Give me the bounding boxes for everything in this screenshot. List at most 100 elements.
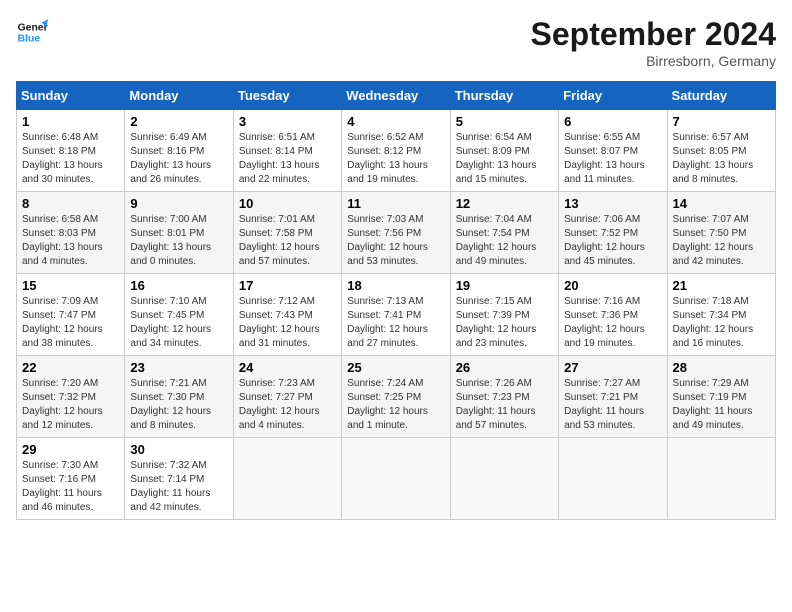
calendar-cell: 6 Sunrise: 6:55 AM Sunset: 8:07 PM Dayli… <box>559 110 667 192</box>
sunrise-text: Sunrise: 7:10 AM <box>130 295 227 309</box>
day-info: Sunrise: 7:18 AM Sunset: 7:34 PM Dayligh… <box>673 295 770 351</box>
calendar-cell: 17 Sunrise: 7:12 AM Sunset: 7:43 PM Dayl… <box>233 274 341 356</box>
calendar-table: Sunday Monday Tuesday Wednesday Thursday… <box>16 81 776 520</box>
sunset-text: Sunset: 7:19 PM <box>673 391 770 405</box>
calendar-cell: 24 Sunrise: 7:23 AM Sunset: 7:27 PM Dayl… <box>233 356 341 438</box>
day-number: 11 <box>347 196 444 211</box>
calendar-cell: 8 Sunrise: 6:58 AM Sunset: 8:03 PM Dayli… <box>17 192 125 274</box>
header-row: Sunday Monday Tuesday Wednesday Thursday… <box>17 82 776 110</box>
sunset-text: Sunset: 7:56 PM <box>347 227 444 241</box>
calendar-cell: 12 Sunrise: 7:04 AM Sunset: 7:54 PM Dayl… <box>450 192 558 274</box>
day-info: Sunrise: 6:52 AM Sunset: 8:12 PM Dayligh… <box>347 131 444 187</box>
day-number: 24 <box>239 360 336 375</box>
daylight-text: Daylight: 12 hours and 23 minutes. <box>456 323 553 351</box>
day-number: 5 <box>456 114 553 129</box>
day-number: 17 <box>239 278 336 293</box>
sunrise-text: Sunrise: 7:12 AM <box>239 295 336 309</box>
col-thursday: Thursday <box>450 82 558 110</box>
daylight-text: Daylight: 11 hours and 49 minutes. <box>673 405 770 433</box>
sunset-text: Sunset: 8:07 PM <box>564 145 661 159</box>
day-number: 16 <box>130 278 227 293</box>
calendar-row-3: 22 Sunrise: 7:20 AM Sunset: 7:32 PM Dayl… <box>17 356 776 438</box>
calendar-cell <box>450 438 558 520</box>
location: Birresborn, Germany <box>531 53 776 69</box>
calendar-cell: 2 Sunrise: 6:49 AM Sunset: 8:16 PM Dayli… <box>125 110 233 192</box>
calendar-cell: 4 Sunrise: 6:52 AM Sunset: 8:12 PM Dayli… <box>342 110 450 192</box>
calendar-cell: 26 Sunrise: 7:26 AM Sunset: 7:23 PM Dayl… <box>450 356 558 438</box>
day-info: Sunrise: 7:24 AM Sunset: 7:25 PM Dayligh… <box>347 377 444 433</box>
day-number: 18 <box>347 278 444 293</box>
day-info: Sunrise: 7:23 AM Sunset: 7:27 PM Dayligh… <box>239 377 336 433</box>
day-info: Sunrise: 7:09 AM Sunset: 7:47 PM Dayligh… <box>22 295 119 351</box>
header: General Blue September 2024 Birresborn, … <box>16 16 776 69</box>
day-info: Sunrise: 7:27 AM Sunset: 7:21 PM Dayligh… <box>564 377 661 433</box>
daylight-text: Daylight: 13 hours and 0 minutes. <box>130 241 227 269</box>
daylight-text: Daylight: 12 hours and 45 minutes. <box>564 241 661 269</box>
daylight-text: Daylight: 12 hours and 8 minutes. <box>130 405 227 433</box>
daylight-text: Daylight: 13 hours and 15 minutes. <box>456 159 553 187</box>
daylight-text: Daylight: 12 hours and 57 minutes. <box>239 241 336 269</box>
sunrise-text: Sunrise: 6:52 AM <box>347 131 444 145</box>
sunset-text: Sunset: 7:43 PM <box>239 309 336 323</box>
day-info: Sunrise: 7:03 AM Sunset: 7:56 PM Dayligh… <box>347 213 444 269</box>
daylight-text: Daylight: 12 hours and 16 minutes. <box>673 323 770 351</box>
sunrise-text: Sunrise: 7:18 AM <box>673 295 770 309</box>
sunset-text: Sunset: 7:30 PM <box>130 391 227 405</box>
daylight-text: Daylight: 13 hours and 30 minutes. <box>22 159 119 187</box>
calendar-cell: 22 Sunrise: 7:20 AM Sunset: 7:32 PM Dayl… <box>17 356 125 438</box>
daylight-text: Daylight: 12 hours and 1 minute. <box>347 405 444 433</box>
calendar-cell: 14 Sunrise: 7:07 AM Sunset: 7:50 PM Dayl… <box>667 192 775 274</box>
daylight-text: Daylight: 12 hours and 27 minutes. <box>347 323 444 351</box>
day-info: Sunrise: 7:13 AM Sunset: 7:41 PM Dayligh… <box>347 295 444 351</box>
day-number: 10 <box>239 196 336 211</box>
day-info: Sunrise: 7:21 AM Sunset: 7:30 PM Dayligh… <box>130 377 227 433</box>
daylight-text: Daylight: 13 hours and 11 minutes. <box>564 159 661 187</box>
day-info: Sunrise: 7:06 AM Sunset: 7:52 PM Dayligh… <box>564 213 661 269</box>
calendar-cell: 20 Sunrise: 7:16 AM Sunset: 7:36 PM Dayl… <box>559 274 667 356</box>
calendar-cell: 27 Sunrise: 7:27 AM Sunset: 7:21 PM Dayl… <box>559 356 667 438</box>
daylight-text: Daylight: 13 hours and 4 minutes. <box>22 241 119 269</box>
calendar-cell <box>667 438 775 520</box>
sunrise-text: Sunrise: 7:15 AM <box>456 295 553 309</box>
col-sunday: Sunday <box>17 82 125 110</box>
calendar-cell: 25 Sunrise: 7:24 AM Sunset: 7:25 PM Dayl… <box>342 356 450 438</box>
day-info: Sunrise: 6:48 AM Sunset: 8:18 PM Dayligh… <box>22 131 119 187</box>
day-number: 8 <box>22 196 119 211</box>
svg-text:Blue: Blue <box>18 34 41 45</box>
day-info: Sunrise: 7:15 AM Sunset: 7:39 PM Dayligh… <box>456 295 553 351</box>
day-info: Sunrise: 7:00 AM Sunset: 8:01 PM Dayligh… <box>130 213 227 269</box>
day-info: Sunrise: 7:10 AM Sunset: 7:45 PM Dayligh… <box>130 295 227 351</box>
sunrise-text: Sunrise: 7:01 AM <box>239 213 336 227</box>
day-info: Sunrise: 6:51 AM Sunset: 8:14 PM Dayligh… <box>239 131 336 187</box>
day-number: 25 <box>347 360 444 375</box>
sunset-text: Sunset: 7:27 PM <box>239 391 336 405</box>
calendar-cell: 23 Sunrise: 7:21 AM Sunset: 7:30 PM Dayl… <box>125 356 233 438</box>
daylight-text: Daylight: 11 hours and 57 minutes. <box>456 405 553 433</box>
day-info: Sunrise: 7:12 AM Sunset: 7:43 PM Dayligh… <box>239 295 336 351</box>
day-info: Sunrise: 7:26 AM Sunset: 7:23 PM Dayligh… <box>456 377 553 433</box>
day-number: 27 <box>564 360 661 375</box>
day-number: 4 <box>347 114 444 129</box>
day-number: 14 <box>673 196 770 211</box>
day-info: Sunrise: 6:54 AM Sunset: 8:09 PM Dayligh… <box>456 131 553 187</box>
day-info: Sunrise: 7:29 AM Sunset: 7:19 PM Dayligh… <box>673 377 770 433</box>
sunset-text: Sunset: 7:39 PM <box>456 309 553 323</box>
sunset-text: Sunset: 7:14 PM <box>130 473 227 487</box>
day-info: Sunrise: 6:57 AM Sunset: 8:05 PM Dayligh… <box>673 131 770 187</box>
sunset-text: Sunset: 7:21 PM <box>564 391 661 405</box>
daylight-text: Daylight: 12 hours and 42 minutes. <box>673 241 770 269</box>
day-number: 21 <box>673 278 770 293</box>
sunset-text: Sunset: 7:45 PM <box>130 309 227 323</box>
calendar-cell: 19 Sunrise: 7:15 AM Sunset: 7:39 PM Dayl… <box>450 274 558 356</box>
day-number: 13 <box>564 196 661 211</box>
calendar-cell: 1 Sunrise: 6:48 AM Sunset: 8:18 PM Dayli… <box>17 110 125 192</box>
day-info: Sunrise: 7:16 AM Sunset: 7:36 PM Dayligh… <box>564 295 661 351</box>
sunset-text: Sunset: 8:14 PM <box>239 145 336 159</box>
calendar-cell <box>342 438 450 520</box>
sunset-text: Sunset: 7:47 PM <box>22 309 119 323</box>
day-number: 29 <box>22 442 119 457</box>
calendar-cell: 7 Sunrise: 6:57 AM Sunset: 8:05 PM Dayli… <box>667 110 775 192</box>
day-number: 12 <box>456 196 553 211</box>
sunset-text: Sunset: 7:25 PM <box>347 391 444 405</box>
logo-icon: General Blue <box>16 16 48 48</box>
